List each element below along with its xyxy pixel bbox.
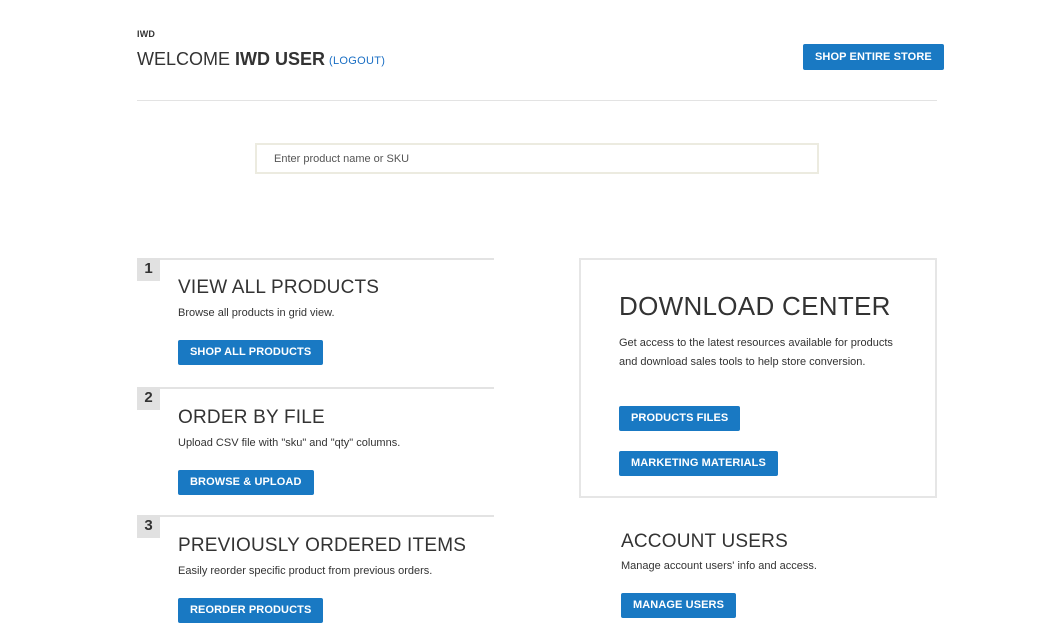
welcome-prefix: WELCOME [137,49,236,69]
step-1-divider [137,258,494,260]
step-1-badge: 1 [137,258,160,281]
step-3-badge: 3 [137,515,160,538]
manage-users-button[interactable]: MANAGE USERS [621,593,737,618]
shop-entire-store-button[interactable]: SHOP ENTIRE STORE [803,44,944,70]
step-2-title: ORDER BY FILE [178,407,325,428]
download-center-description: Get access to the latest resources avail… [619,337,893,368]
step-3-divider [137,515,494,517]
step-1-title: VIEW ALL PRODUCTS [178,277,380,298]
step-2-divider [137,387,494,389]
browse-upload-button[interactable]: BROWSE & UPLOAD [178,470,314,495]
brand-label: IWD [137,29,156,39]
marketing-materials-button[interactable]: MARKETING MATERIALS [619,451,778,476]
step-3-title: PREVIOUSLY ORDERED ITEMS [178,535,467,556]
product-search-input[interactable] [255,143,819,174]
step-1-description: Browse all products in grid view. [178,307,335,319]
shop-all-products-button[interactable]: SHOP ALL PRODUCTS [178,340,324,365]
product-files-button[interactable]: PRODUCTS FILES [619,406,741,431]
step-3-description: Easily reorder specific product from pre… [178,565,433,577]
account-users-title: ACCOUNT USERS [621,531,788,552]
header-divider [137,100,937,101]
welcome-heading: WELCOME IWD USER (LOGOUT) [137,49,385,70]
reorder-products-button[interactable]: REORDER PRODUCTS [178,598,324,623]
account-users-description: Manage account users' info and access. [621,560,817,572]
download-center-title: DOWNLOAD CENTER [619,291,891,321]
username: IWD USER [235,49,326,69]
step-2-description: Upload CSV file with "sku" and "qty" col… [178,437,401,449]
step-2-badge: 2 [137,387,160,410]
logout-link[interactable]: (LOGOUT) [329,55,385,67]
